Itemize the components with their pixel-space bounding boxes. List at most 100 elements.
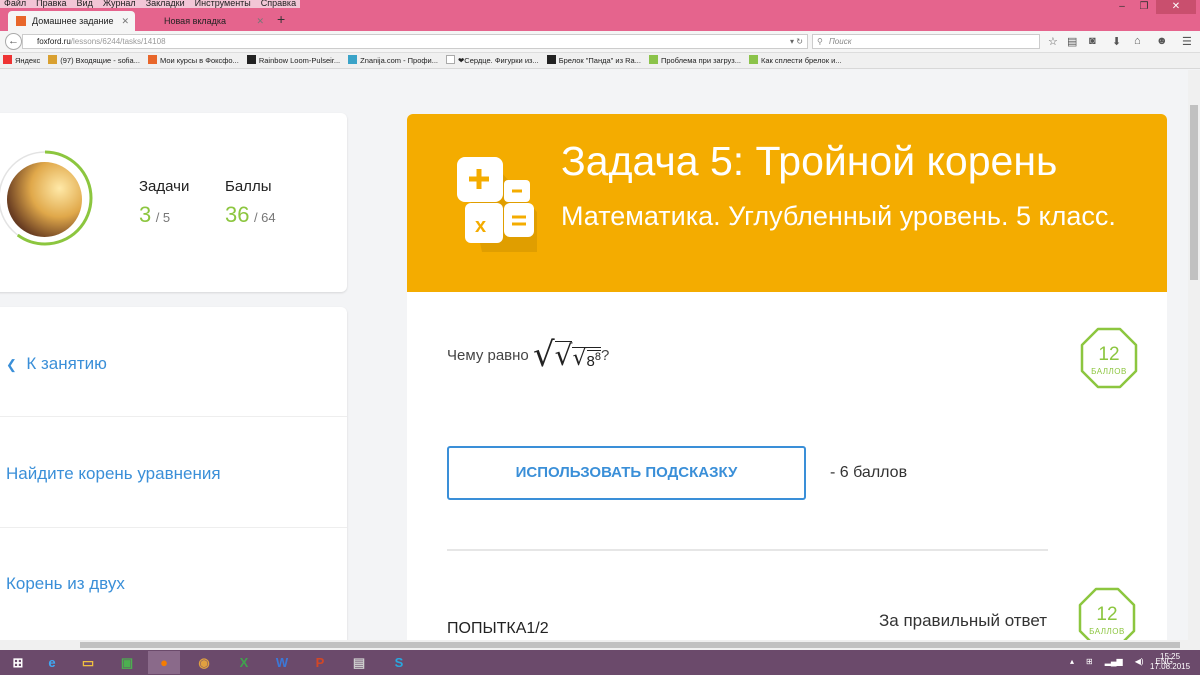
tasks-label: Задачи (139, 178, 190, 195)
attempt-counter: ПОПЫТКА1/2 (447, 620, 549, 637)
bookmark-item[interactable]: Проблема при загруз... (648, 53, 741, 68)
vertical-scrollbar-thumb[interactable] (1190, 105, 1198, 280)
question-suffix: ? (600, 346, 610, 364)
download-icon[interactable]: ⬇ (1112, 35, 1121, 48)
tab-new[interactable]: Новая вкладка ✕ (140, 11, 270, 31)
home-icon[interactable]: ⌂ (1134, 35, 1141, 47)
menu-file[interactable]: Файл (4, 0, 26, 8)
bookmark-item[interactable]: Как сплести брелок и... (748, 53, 842, 68)
tab-label: Домашнее задание (32, 16, 114, 26)
znanija-icon (348, 55, 358, 64)
bookmark-item[interactable]: Яндекс (3, 53, 40, 68)
points-label: Баллы (225, 178, 272, 195)
new-tab-button[interactable]: + (277, 11, 285, 27)
start-button[interactable]: ⊞ (2, 651, 34, 674)
bookmark-item[interactable]: (97) Входящие - sofia... (48, 53, 140, 68)
hint-cost: - 6 баллов (830, 464, 908, 481)
question-icon (648, 55, 658, 64)
svg-text:x: x (475, 215, 486, 237)
windows-taskbar (0, 650, 1200, 675)
divider (447, 549, 1048, 551)
close-tab-icon[interactable]: ✕ (121, 11, 129, 31)
word-icon[interactable]: W (266, 651, 298, 674)
clock[interactable]: 15:25 17.08.2015 (1150, 652, 1190, 672)
horizontal-scrollbar-thumb[interactable] (80, 642, 1180, 648)
use-hint-button[interactable]: ИСПОЛЬЗОВАТЬ ПОДСКАЗКУ (447, 446, 806, 500)
app-icon[interactable]: ◉ (188, 651, 220, 674)
minimize-button[interactable]: – (1112, 0, 1132, 14)
right-points-value: 12 (1096, 604, 1118, 625)
tray-expand-icon[interactable]: ▴ (1070, 652, 1074, 672)
search-input[interactable]: ⚲ Поиск (812, 34, 1040, 49)
menu-view[interactable]: Вид (77, 0, 93, 8)
back-button[interactable]: ← (5, 33, 22, 50)
powerpoint-icon[interactable]: P (304, 651, 336, 674)
bookmarks-bar: Яндекс (97) Входящие - sofia... Мои курс… (0, 53, 1200, 69)
play-icon (246, 55, 256, 64)
menu-bar: Файл Правка Вид Журнал Закладки Инструме… (0, 0, 301, 8)
network-icon[interactable]: ▂▄▆ (1105, 652, 1123, 672)
close-tab-icon[interactable]: ✕ (256, 11, 264, 31)
question-prefix: Чему равно (447, 346, 529, 364)
points-count: 36 / 64 (225, 202, 276, 227)
avatar[interactable] (7, 162, 82, 237)
points-value: 12 (1098, 344, 1120, 365)
firefox-icon[interactable]: ● (148, 651, 180, 674)
store-icon[interactable]: ▣ (111, 651, 143, 674)
chevron-left-icon: ❮ (6, 357, 17, 372)
bookmark-item[interactable]: Брелок "Панда" из Ra... (546, 53, 641, 68)
volume-icon[interactable]: ◀) (1135, 652, 1144, 672)
menu-edit[interactable]: Правка (36, 0, 66, 8)
nav-task-link[interactable]: Найдите корень уравнения (6, 464, 353, 484)
explorer-icon[interactable]: ▭ (72, 651, 104, 674)
restore-button[interactable]: ❐ (1134, 0, 1154, 14)
close-window-button[interactable]: ✕ (1156, 0, 1196, 14)
skype-icon[interactable]: S (383, 651, 415, 674)
url-path: /lessons/6244/tasks/14108 (70, 37, 166, 46)
foxford-icon (147, 55, 157, 64)
math-expression: √ √ √ 88 (532, 335, 601, 375)
reload-icon[interactable]: ▾ ↻ (790, 35, 803, 48)
menu-help[interactable]: Справка (261, 0, 296, 8)
task-title: Задача 5: Тройной корень (561, 138, 1058, 184)
calculator-icon: x (457, 157, 537, 252)
notepad-icon[interactable]: ▤ (343, 651, 375, 674)
page-icon (446, 55, 456, 64)
search-icon: ⚲ (817, 37, 823, 46)
bookmark-star-icon[interactable]: ☆ (1048, 35, 1058, 48)
url-bar[interactable]: foxford.ru/lessons/6244/tasks/14108 ▾ ↻ (22, 34, 808, 49)
tab-homework[interactable]: Домашнее задание ✕ (8, 11, 135, 31)
right-points-label: баллов (1089, 627, 1125, 636)
tasks-count: 3 / 5 (139, 202, 171, 227)
menu-icon[interactable]: ☰ (1182, 35, 1192, 48)
nav-task-link[interactable]: Корень из двух (6, 574, 353, 594)
yandex-icon (3, 55, 12, 64)
bookmark-item[interactable]: ❤Сердце. Фигурки из... (446, 53, 539, 68)
bookmark-item[interactable]: Rainbow Loom-Pulseir... (246, 53, 340, 68)
menu-history[interactable]: Журнал (103, 0, 136, 8)
bookmark-item[interactable]: Мои курсы в Фоксфо... (147, 53, 239, 68)
divider (0, 527, 347, 528)
tab-label: Новая вкладка (164, 16, 227, 26)
play-icon (546, 55, 556, 64)
ie-icon[interactable]: e (36, 651, 68, 674)
foxford-favicon-icon (16, 16, 26, 26)
question-text: Чему равно √ √ √ 88 ? (447, 335, 610, 375)
task-subtitle: Математика. Углубленный уровень. 5 класс… (561, 201, 1116, 231)
menu-bookmarks[interactable]: Закладки (146, 0, 185, 8)
points-label: баллов (1091, 367, 1127, 376)
back-to-lesson-link[interactable]: ❮ К занятию (6, 354, 353, 374)
hello-icon[interactable]: ☻ (1156, 35, 1168, 47)
url-domain: foxford.ru (37, 37, 71, 46)
pocket-icon[interactable]: ◙ (1089, 35, 1096, 47)
divider (0, 416, 347, 417)
bookmark-item[interactable]: Znanija.com - Профи... (348, 53, 438, 68)
search-placeholder: Поиск (829, 37, 852, 46)
question-icon (748, 55, 758, 64)
menu-tools[interactable]: Инструменты (195, 0, 251, 8)
action-center-icon[interactable]: ⊞ (1086, 652, 1093, 672)
excel-icon[interactable]: X (228, 651, 260, 674)
bookmarks-list-icon[interactable]: ▤ (1067, 35, 1077, 48)
right-answer-label: За правильный ответ (879, 611, 1048, 630)
mail-icon (48, 55, 58, 64)
